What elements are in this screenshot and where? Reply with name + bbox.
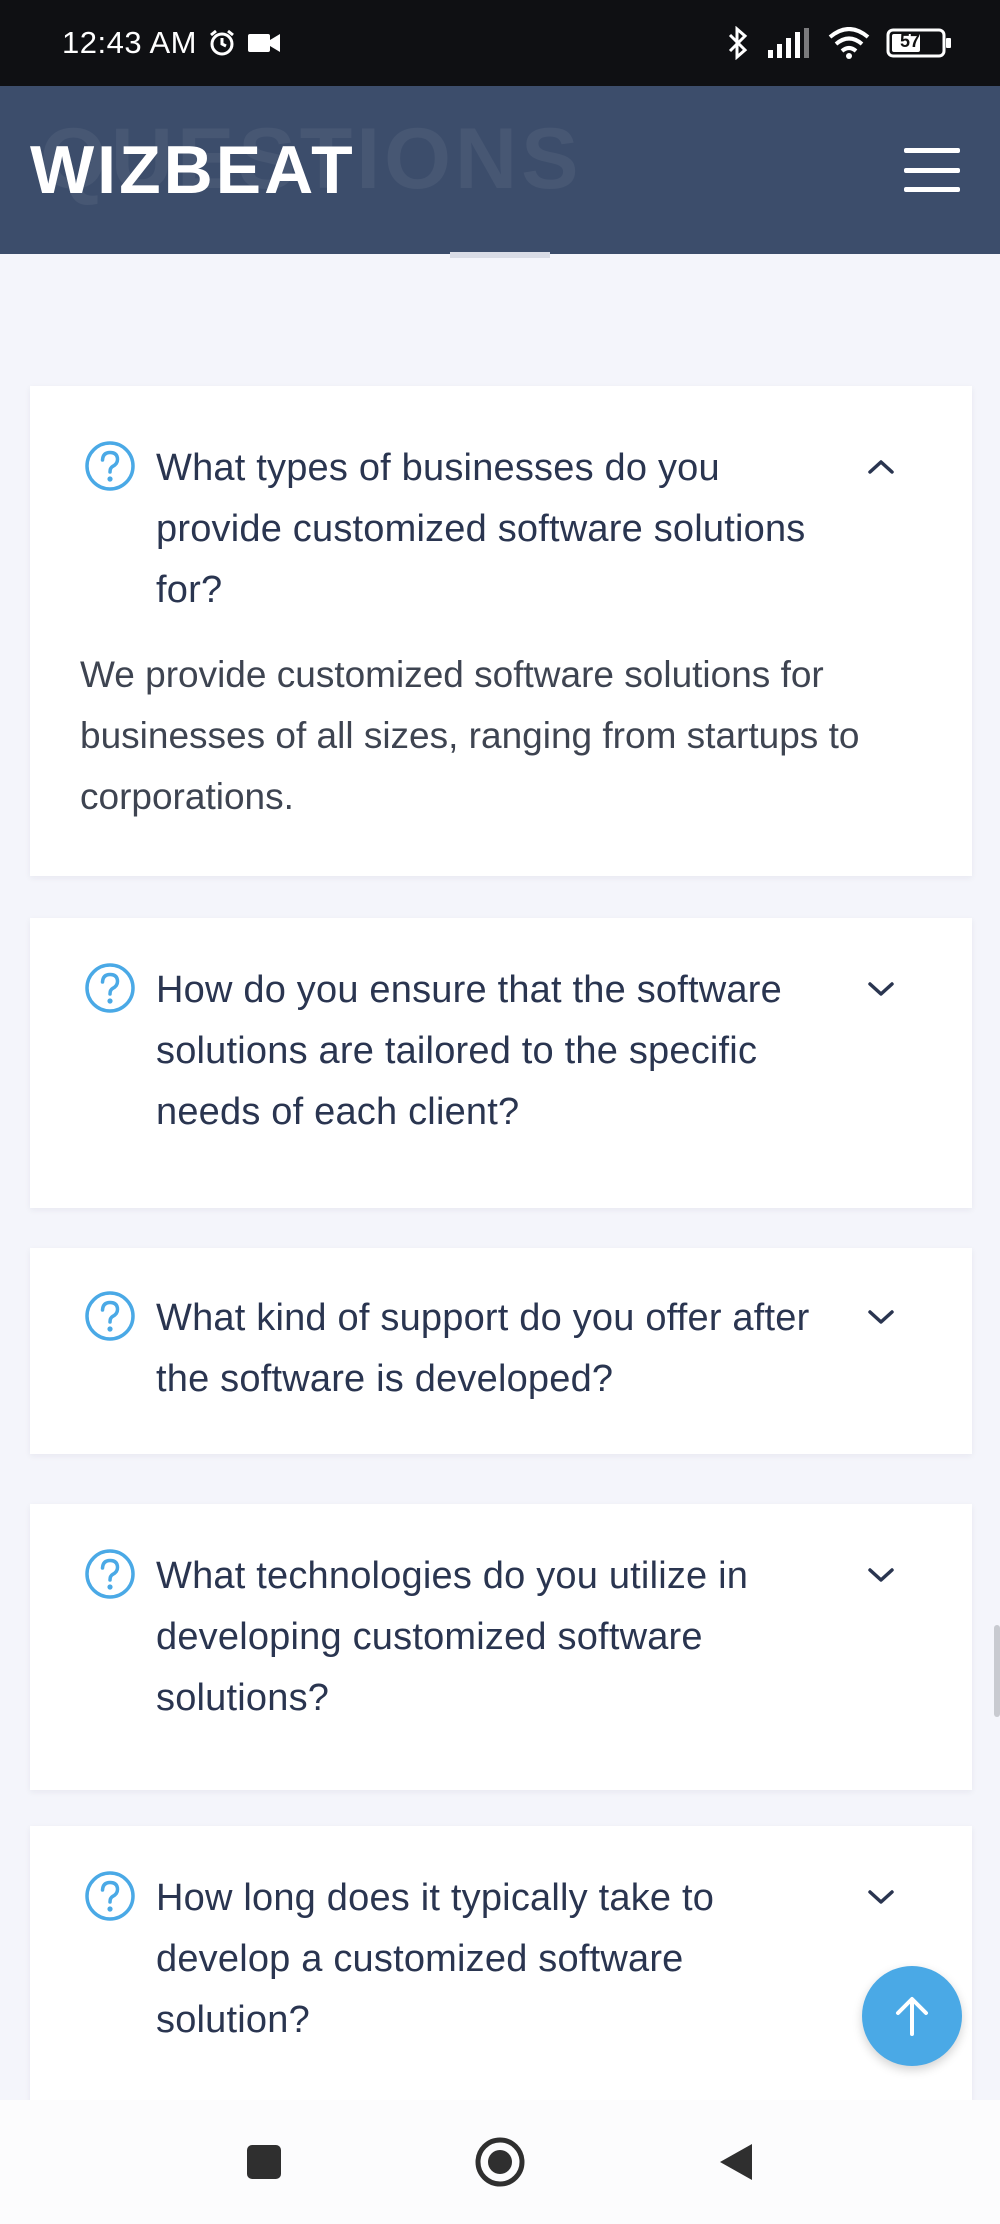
brand-logo[interactable]: WIZBEAT <box>30 131 356 209</box>
question-circle-icon <box>85 1871 135 1921</box>
question-circle-icon <box>85 1291 135 1341</box>
faq-question: How long does it typically take to devel… <box>156 1877 715 2041</box>
faq-question: What kind of support do you offer after … <box>156 1297 810 1400</box>
faq-question: How do you ensure that the software solu… <box>156 969 782 1133</box>
scrollbar-thumb[interactable] <box>994 1625 1000 1717</box>
faq-question-row[interactable]: What technologies do you utilize in deve… <box>84 1546 918 1729</box>
faq-item: How long does it typically take to devel… <box>30 1826 972 2116</box>
faq-item: How do you ensure that the software solu… <box>30 918 972 1208</box>
faq-question: What types of businesses do you provide … <box>156 447 806 611</box>
faq-item: What kind of support do you offer after … <box>30 1248 972 1454</box>
question-circle-icon <box>85 963 135 1013</box>
recent-apps-icon[interactable] <box>244 2142 284 2182</box>
question-circle-icon <box>85 441 135 491</box>
chevron-down-icon[interactable] <box>866 978 896 1000</box>
back-icon[interactable] <box>716 2140 756 2184</box>
status-bar: 12:43 AM 57 <box>0 0 1000 86</box>
faq-question-row[interactable]: What types of businesses do you provide … <box>84 438 918 621</box>
video-record-icon <box>247 30 281 56</box>
arrow-up-icon <box>896 1997 928 2036</box>
faq-item: What technologies do you utilize in deve… <box>30 1504 972 1790</box>
app-header: QUESTIONS WIZBEAT <box>0 86 1000 254</box>
faq-question-row[interactable]: How long does it typically take to devel… <box>84 1868 918 2051</box>
bluetooth-icon <box>726 26 750 60</box>
status-right: 57 <box>726 26 952 60</box>
back-to-top-button[interactable] <box>862 1966 962 2066</box>
alarm-icon <box>207 28 237 58</box>
battery-icon: 57 <box>886 27 952 59</box>
status-left: 12:43 AM <box>62 25 281 61</box>
hamburger-menu-icon[interactable] <box>904 148 960 192</box>
section-title-underline <box>450 252 550 258</box>
faq-question-row[interactable]: How do you ensure that the software solu… <box>84 960 918 1143</box>
wifi-icon <box>828 27 870 59</box>
chevron-up-icon[interactable] <box>866 456 896 478</box>
system-nav-bar <box>0 2100 1000 2224</box>
battery-level: 57 <box>900 31 921 51</box>
chevron-down-icon[interactable] <box>866 1306 896 1328</box>
faq-question: What technologies do you utilize in deve… <box>156 1555 749 1719</box>
chevron-down-icon[interactable] <box>866 1886 896 1908</box>
question-circle-icon <box>85 1549 135 1599</box>
screen: 12:43 AM 57 QUESTIONS WIZBEAT What types… <box>0 0 1000 2224</box>
signal-icon <box>766 28 812 58</box>
faq-item: What types of businesses do you provide … <box>30 386 972 876</box>
home-icon[interactable] <box>474 2136 526 2188</box>
faq-question-row[interactable]: What kind of support do you offer after … <box>84 1288 918 1410</box>
faq-answer: We provide customized software solutions… <box>80 654 860 817</box>
status-time: 12:43 AM <box>62 25 197 60</box>
chevron-down-icon[interactable] <box>866 1564 896 1586</box>
